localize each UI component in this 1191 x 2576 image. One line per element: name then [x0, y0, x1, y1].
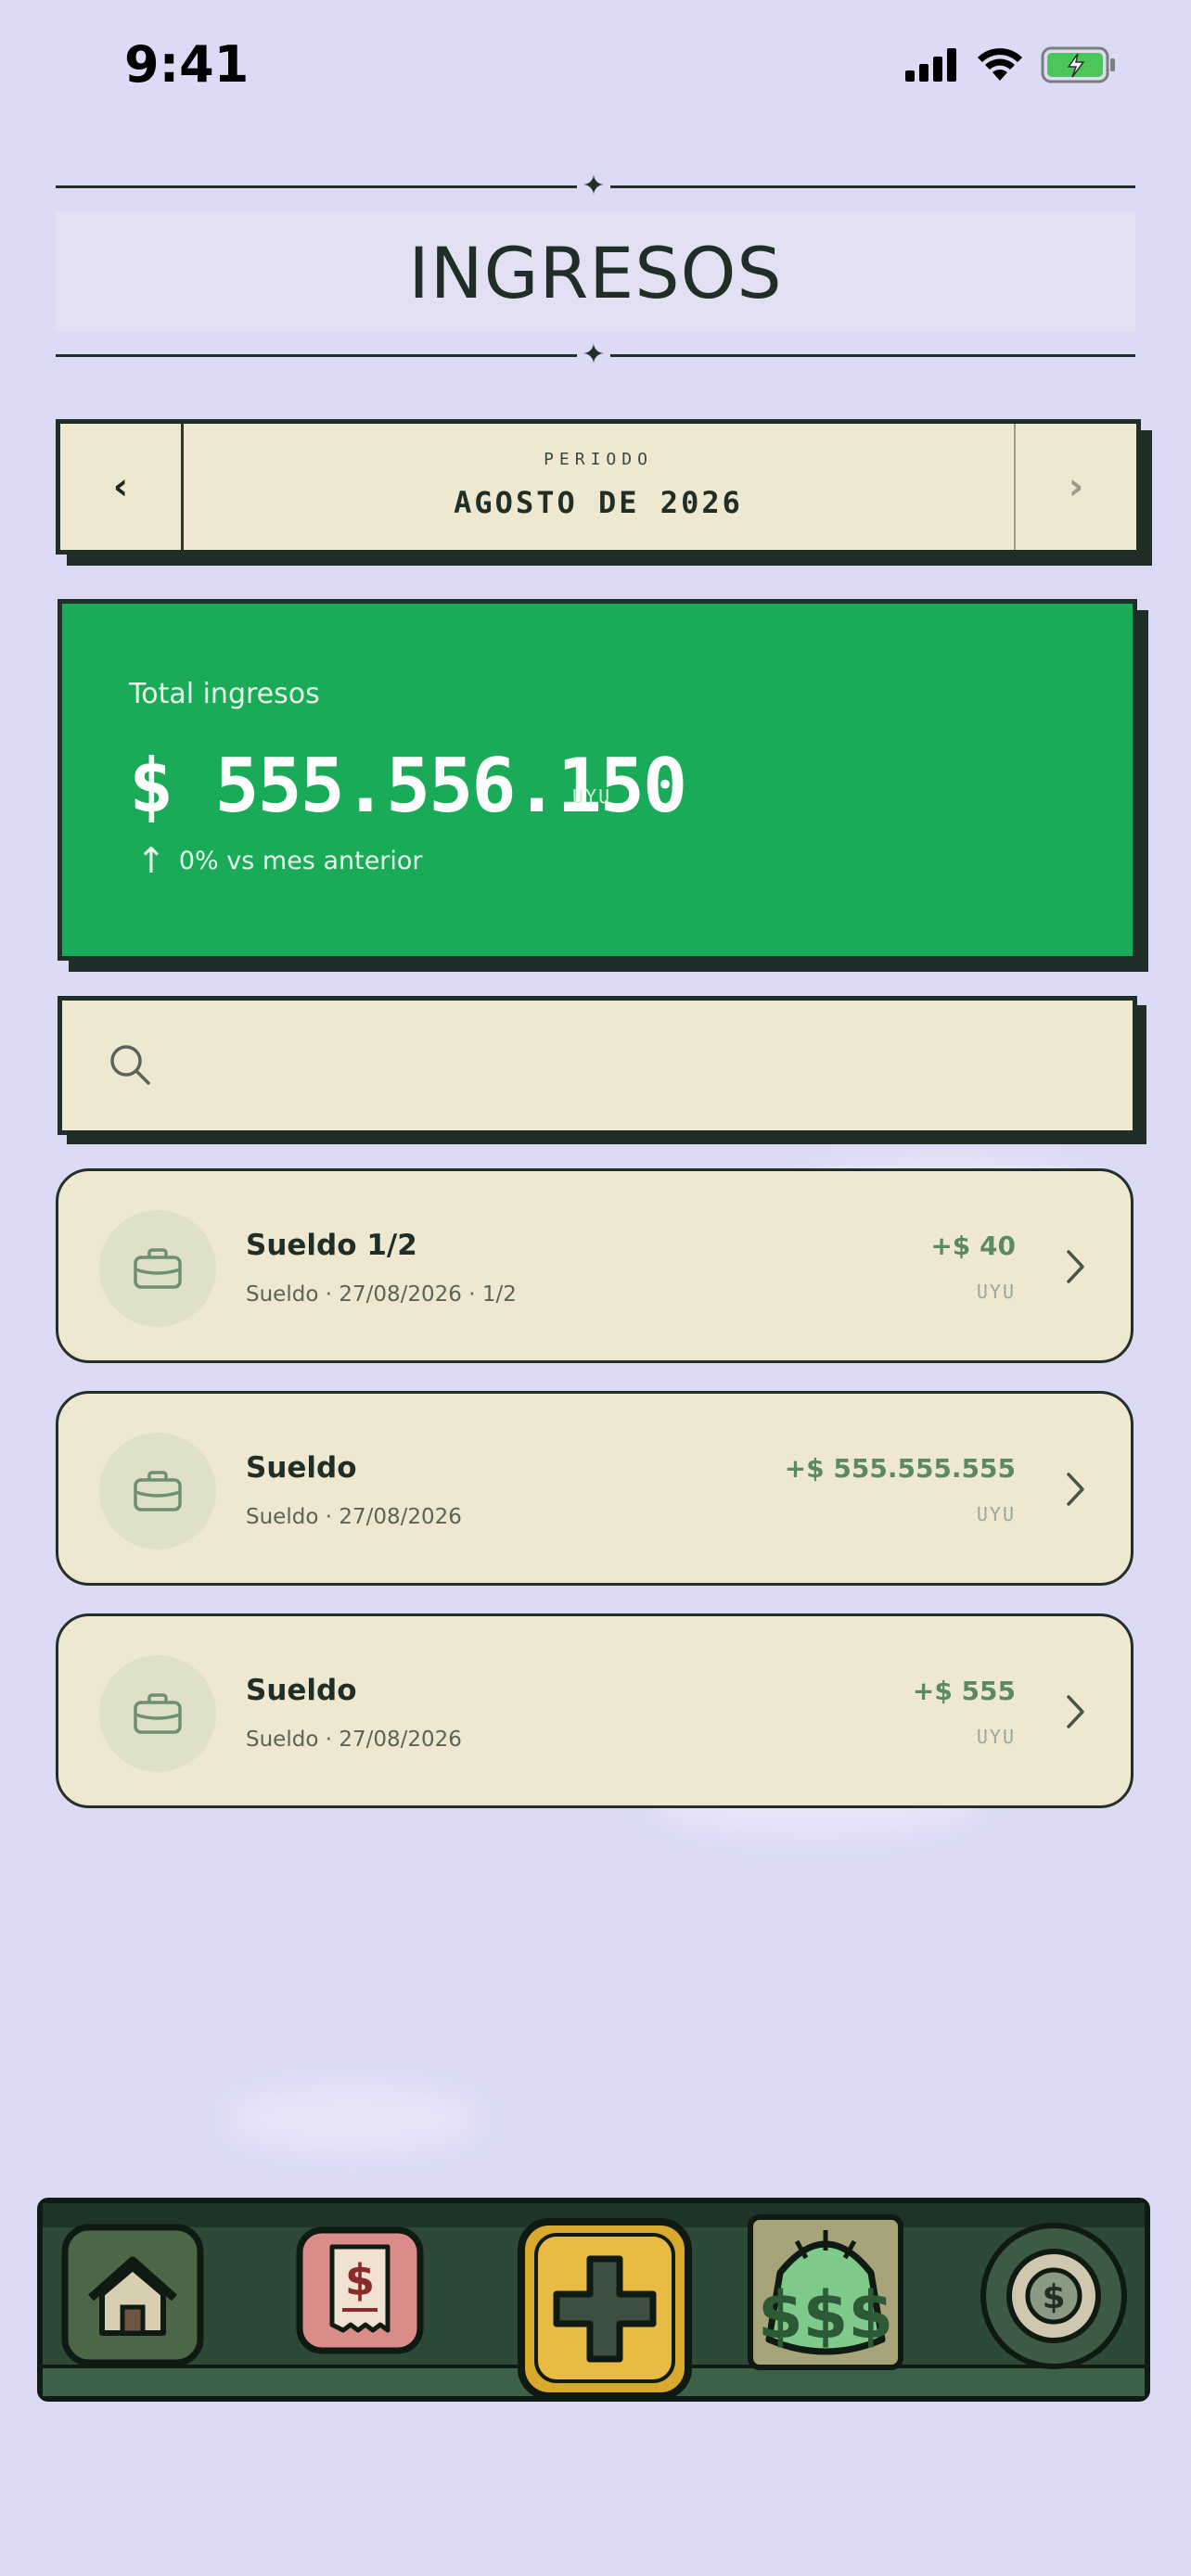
svg-text:$: $ — [1042, 2278, 1065, 2316]
battery-charging-icon — [1041, 46, 1115, 83]
income-subtitle: Sueldo · 27/08/2026 — [246, 1728, 462, 1752]
svg-text:$$$: $$$ — [758, 2277, 893, 2353]
search-icon — [110, 1045, 150, 1085]
page-title: INGRESOS — [408, 232, 783, 314]
header-ornament-icon: ✦ — [577, 170, 610, 203]
total-currency: UYU — [572, 785, 612, 808]
income-currency: UYU — [976, 1726, 1016, 1748]
chevron-right-icon: › — [1068, 465, 1084, 508]
cellular-signal-icon — [905, 48, 956, 82]
period-label: PERIODO — [544, 450, 653, 469]
tab-incomes[interactable]: $$$ — [742, 2209, 909, 2376]
status-icons — [905, 46, 1117, 83]
income-subtitle: Sueldo · 27/08/2026 — [246, 1505, 462, 1529]
receipt-icon: $ — [296, 2226, 424, 2354]
money-bag-icon: $$$ — [748, 2214, 903, 2370]
search-bar[interactable] — [58, 996, 1137, 1135]
income-avatar — [99, 1655, 216, 1772]
svg-text:$: $ — [345, 2255, 375, 2305]
income-amount: +$ 555 — [912, 1676, 1016, 1706]
income-list-item[interactable]: Sueldo 1/2 Sueldo · 27/08/2026 · 1/2 +$ … — [56, 1168, 1133, 1363]
chevron-right-icon — [1067, 1695, 1084, 1728]
chevron-right-icon — [1067, 1250, 1084, 1283]
total-label: Total ingresos — [129, 678, 320, 710]
briefcase-icon — [134, 1248, 182, 1289]
income-list-item[interactable]: Sueldo Sueldo · 27/08/2026 +$ 555.555.55… — [56, 1391, 1133, 1586]
header-ornament-icon: ✦ — [577, 338, 610, 372]
wifi-icon — [978, 48, 1022, 81]
search-input[interactable] — [173, 1028, 1105, 1104]
tab-add[interactable] — [503, 2200, 707, 2413]
income-title: Sueldo 1/2 — [246, 1229, 417, 1262]
income-amount: +$ 555.555.555 — [784, 1453, 1016, 1484]
header-band: INGRESOS — [56, 211, 1135, 332]
income-title: Sueldo — [246, 1674, 357, 1707]
income-currency: UYU — [976, 1503, 1016, 1525]
period-selector: ‹ PERIODO AGOSTO DE 2026 › — [56, 419, 1141, 555]
chevron-right-icon — [1067, 1473, 1084, 1506]
income-avatar — [99, 1433, 216, 1549]
income-amount: +$ 40 — [930, 1231, 1016, 1261]
house-icon — [61, 2224, 204, 2366]
income-avatar — [99, 1210, 216, 1327]
tab-home[interactable] — [54, 2216, 211, 2374]
income-currency: UYU — [976, 1281, 1016, 1303]
total-change: ↑ 0% vs mes anterior — [136, 843, 423, 878]
status-bar: 9:41 — [0, 0, 1191, 139]
income-title: Sueldo — [246, 1451, 357, 1485]
briefcase-icon — [134, 1471, 182, 1511]
plus-icon — [518, 2218, 692, 2400]
coin-icon: $ — [980, 2223, 1127, 2369]
tab-savings[interactable]: $ — [974, 2216, 1133, 2376]
status-time: 9:41 — [124, 35, 250, 94]
total-change-text: 0% vs mes anterior — [178, 846, 423, 875]
period-value: AGOSTO DE 2026 — [454, 485, 743, 520]
income-subtitle: Sueldo · 27/08/2026 · 1/2 — [246, 1282, 517, 1307]
tab-bar: $ $$$ $ — [28, 2198, 1163, 2420]
cloud-decoration — [223, 2086, 482, 2151]
tab-expenses[interactable]: $ — [286, 2216, 434, 2365]
briefcase-icon — [134, 1693, 182, 1734]
income-list-item[interactable]: Sueldo Sueldo · 27/08/2026 +$ 555 UYU — [56, 1613, 1133, 1808]
total-income-card: Total ingresos $ 555.556.150 UYU ↑ 0% vs… — [58, 599, 1137, 961]
next-period-button[interactable]: › — [1014, 424, 1136, 550]
arrow-up-icon: ↑ — [136, 840, 166, 881]
